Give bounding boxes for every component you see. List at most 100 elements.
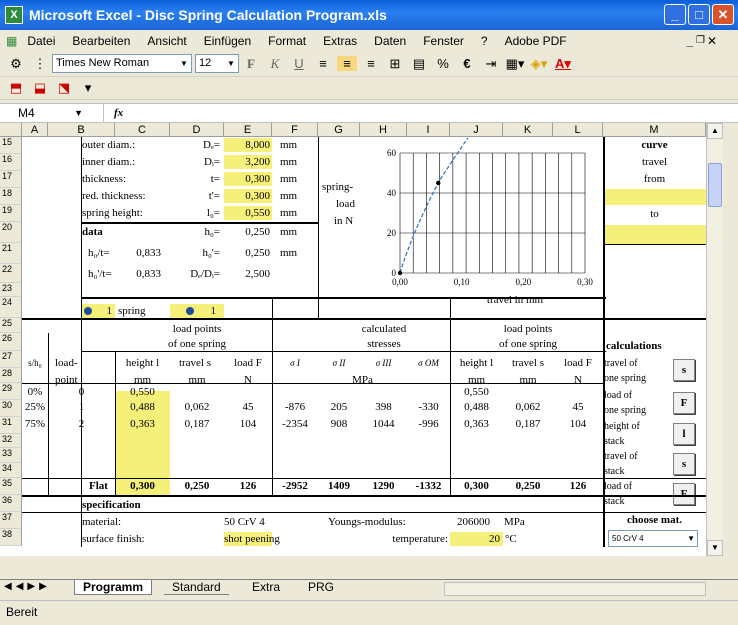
- input-red-thickness[interactable]: 0,300: [224, 189, 272, 203]
- calc-load-stack-button[interactable]: F: [673, 483, 695, 505]
- workbook-icon[interactable]: ▦: [6, 34, 17, 48]
- col-header-m[interactable]: M: [603, 123, 706, 137]
- select-all-corner[interactable]: [0, 123, 22, 137]
- menu-bearbeiten[interactable]: Bearbeiten: [72, 34, 130, 48]
- curve-to-input[interactable]: [603, 225, 706, 244]
- row-header-32[interactable]: 32: [0, 434, 22, 448]
- menu-ansicht[interactable]: Ansicht: [147, 34, 186, 48]
- merge-cells-icon[interactable]: ⊞: [385, 56, 405, 72]
- input-inner-diam[interactable]: 3,200: [224, 155, 272, 169]
- row-header-16[interactable]: 16: [0, 154, 22, 171]
- row-header-18[interactable]: 18: [0, 188, 22, 205]
- calc-load-one-spring-button[interactable]: F: [673, 392, 695, 414]
- scroll-down-button[interactable]: ▼: [707, 540, 723, 556]
- row-header-30[interactable]: 30: [0, 400, 22, 417]
- row-header-20[interactable]: 20: [0, 222, 22, 243]
- tab-programm[interactable]: Programm: [74, 580, 153, 595]
- euro-icon[interactable]: €: [457, 56, 477, 71]
- input-thickness[interactable]: 0,300: [224, 172, 272, 186]
- menu-einfuegen[interactable]: Einfügen: [204, 34, 251, 48]
- row-header-33[interactable]: 33: [0, 448, 22, 463]
- col-header-h[interactable]: H: [360, 123, 407, 137]
- row-header-21[interactable]: 21: [0, 243, 22, 264]
- scroll-thumb[interactable]: [708, 163, 722, 207]
- spec-temp-value[interactable]: 20: [450, 532, 503, 546]
- tab-standard[interactable]: Standard: [164, 580, 229, 595]
- col-header-j[interactable]: J: [450, 123, 503, 137]
- row-header-38[interactable]: 38: [0, 529, 22, 546]
- row-header-19[interactable]: 19: [0, 205, 22, 222]
- input-spring-height[interactable]: 0,550: [224, 206, 272, 220]
- menu-datei[interactable]: Datei: [27, 34, 55, 48]
- pdf-convert-icon[interactable]: ⬒: [6, 80, 26, 96]
- menu-extras[interactable]: Extras: [323, 34, 357, 48]
- tab-extra[interactable]: Extra: [244, 580, 288, 594]
- calc-travel-stack-button[interactable]: s: [673, 453, 695, 475]
- menu-help[interactable]: ?: [481, 34, 488, 48]
- pdf-review-icon[interactable]: ⬔: [54, 80, 74, 96]
- input-springs-per-stack[interactable]: 1: [170, 304, 224, 318]
- italic-button[interactable]: K: [265, 56, 285, 72]
- font-select[interactable]: Times New Roman ▼: [52, 54, 192, 73]
- col-header-k[interactable]: K: [503, 123, 553, 137]
- toolbar-options-icon[interactable]: ⚙: [6, 56, 26, 72]
- col-header-e[interactable]: E: [224, 123, 272, 137]
- row-header-31[interactable]: 31: [0, 417, 22, 434]
- vertical-scrollbar[interactable]: ▲ ▼: [706, 123, 723, 556]
- col-header-l[interactable]: L: [553, 123, 603, 137]
- col-header-d[interactable]: D: [170, 123, 224, 137]
- menu-daten[interactable]: Daten: [374, 34, 406, 48]
- row-header-17[interactable]: 17: [0, 171, 22, 188]
- doc-minimize-icon[interactable]: _: [686, 34, 693, 48]
- fontsize-select[interactable]: 12 ▼: [195, 54, 239, 73]
- col-header-a[interactable]: A: [22, 123, 48, 137]
- row-header-24[interactable]: 24: [0, 297, 22, 318]
- row-header-15[interactable]: 15: [0, 137, 22, 154]
- align-left-icon[interactable]: ≡: [313, 56, 333, 71]
- font-color-icon[interactable]: A▾: [553, 56, 573, 72]
- menu-adobe-pdf[interactable]: Adobe PDF: [505, 34, 567, 48]
- material-select[interactable]: 50 CrV 4 ▼: [608, 530, 698, 547]
- calc-height-stack-button[interactable]: l: [673, 423, 695, 445]
- row-header-28[interactable]: 28: [0, 368, 22, 383]
- col-header-c[interactable]: C: [115, 123, 170, 137]
- col-header-g[interactable]: G: [318, 123, 360, 137]
- row-header-37[interactable]: 37: [0, 512, 22, 529]
- align-right-icon[interactable]: ≡: [361, 56, 381, 71]
- tab-prg[interactable]: PRG: [300, 580, 342, 594]
- excel-app-icon[interactable]: X: [5, 6, 23, 24]
- input-outer-diam[interactable]: 8,000: [224, 138, 272, 152]
- col-header-b[interactable]: B: [48, 123, 115, 137]
- tab-nav-icon[interactable]: ◀◀▶▶: [4, 581, 51, 592]
- menu-fenster[interactable]: Fenster: [423, 34, 464, 48]
- doc-close-icon[interactable]: ✕: [707, 34, 717, 48]
- bold-button[interactable]: F: [241, 56, 261, 72]
- row-header-35[interactable]: 35: [0, 478, 22, 495]
- fill-color-icon[interactable]: ◈▾: [529, 56, 549, 72]
- maximize-button[interactable]: □: [688, 4, 710, 25]
- doc-restore-icon[interactable]: ❐: [696, 35, 705, 46]
- col-header-i[interactable]: I: [407, 123, 450, 137]
- minimize-button[interactable]: _: [664, 4, 686, 25]
- row-header-27[interactable]: 27: [0, 351, 22, 368]
- row-header-26[interactable]: 26: [0, 333, 22, 351]
- name-box[interactable]: M4 ▼: [0, 104, 104, 122]
- menu-format[interactable]: Format: [268, 34, 306, 48]
- row-header-22[interactable]: 22: [0, 264, 22, 283]
- function-icon[interactable]: fx: [114, 107, 123, 119]
- pdf-email-icon[interactable]: ⬓: [30, 80, 50, 96]
- underline-button[interactable]: U: [289, 56, 309, 71]
- close-button[interactable]: ✕: [712, 4, 734, 25]
- currency-icon[interactable]: ▤: [409, 56, 429, 72]
- align-center-icon[interactable]: ≡: [337, 56, 357, 71]
- percent-icon[interactable]: %: [433, 56, 453, 71]
- spreadsheet-grid[interactable]: A B C D E F G H I J K L M 15 16 17 18 19 20 21…: [0, 123, 706, 556]
- row-header-23[interactable]: 23: [0, 283, 22, 297]
- indent-icon[interactable]: ⇥: [481, 56, 501, 72]
- spec-surface-value[interactable]: shot peening: [224, 532, 280, 546]
- row-header-36[interactable]: 36: [0, 495, 22, 512]
- curve-from-input[interactable]: [603, 189, 706, 205]
- col-header-f[interactable]: F: [272, 123, 318, 137]
- row-header-34[interactable]: 34: [0, 463, 22, 478]
- row-header-25[interactable]: 25: [0, 318, 22, 333]
